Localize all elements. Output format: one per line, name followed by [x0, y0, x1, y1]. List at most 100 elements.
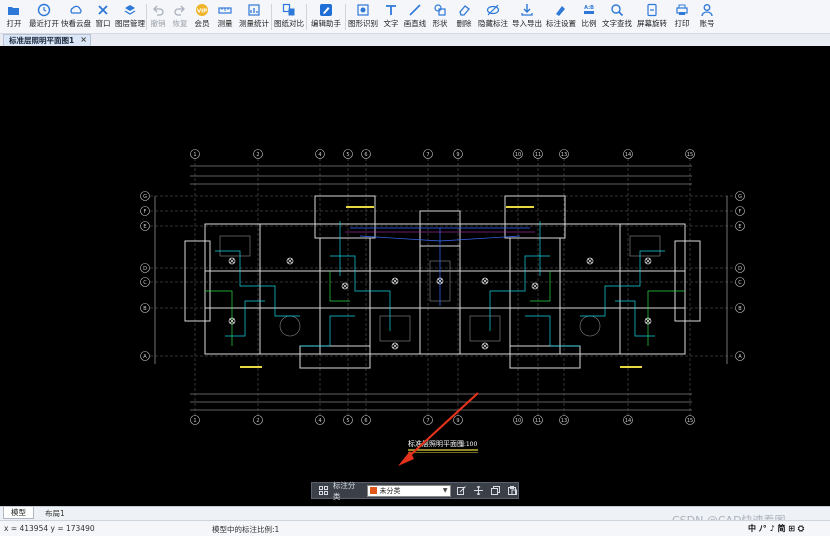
grid-axis-bubble: 7: [423, 149, 433, 159]
toolbar-button-compare[interactable]: 图纸对比: [272, 0, 306, 30]
toolbar-button-undo[interactable]: 撤销: [147, 0, 169, 30]
close-icon[interactable]: ×: [80, 35, 87, 44]
grid-axis-bubble: 14: [623, 415, 633, 425]
user-icon: [700, 3, 714, 17]
toolbar-button-layers[interactable]: 图层管理: [114, 0, 146, 30]
toolbar-button-label: 导入导出: [512, 19, 542, 28]
toolbar-button-label: 文字: [383, 19, 399, 28]
svg-text:1: 1: [193, 152, 196, 158]
svg-text:11: 11: [535, 418, 541, 424]
toolbar-button-label: 最近打开: [29, 19, 59, 28]
grid-axis-bubble: F: [735, 206, 745, 216]
document-tab[interactable]: 标准层照明平面图1 ×: [3, 34, 91, 46]
move-icon[interactable]: [473, 485, 484, 496]
toolbar-button-printer[interactable]: 打印: [670, 0, 694, 30]
grid-axis-bubble: B: [735, 303, 745, 313]
grid-axis-bubble: 15: [685, 149, 695, 159]
grid-axis-bubble: 11: [533, 415, 543, 425]
redo-icon: [173, 3, 187, 17]
toolbar-button-label: 快看云盘: [61, 19, 91, 28]
svg-text:C: C: [143, 280, 147, 286]
tab-model[interactable]: 模型: [3, 507, 34, 519]
ime-indicator[interactable]: 中 ﾉ° ♪ 简 ⊞ ⛭: [748, 522, 804, 534]
svg-text:C: C: [738, 280, 742, 286]
svg-text:14: 14: [625, 418, 631, 424]
grid-axis-bubble: 10: [513, 415, 523, 425]
toolbar-button-cloud[interactable]: 快看云盘: [60, 0, 92, 30]
red-arrow-annotation: [398, 392, 479, 466]
svg-text:G: G: [738, 194, 742, 200]
toolbar-button-folder-open[interactable]: 打开: [0, 0, 28, 30]
toolbar-button-shape-recognize[interactable]: 图形识别: [346, 0, 380, 30]
grid-menu-icon[interactable]: [318, 485, 329, 496]
toolbar-button-import-export[interactable]: 导入导出: [510, 0, 544, 30]
clock-icon: [37, 3, 51, 17]
drawing-canvas[interactable]: 标准层照明平面图 1:100 1 1 2 2 4 4 5 5 6 6 7 7 9 9 10 10 11 11 13 1…: [0, 46, 830, 506]
grid-axis-bubble: F: [140, 206, 150, 216]
toolbar-button-label: 撤销: [150, 19, 166, 28]
toolbar-button-redo[interactable]: 恢复: [169, 0, 191, 30]
toolbar-button-scale[interactable]: A:B 比例: [578, 0, 600, 30]
window-icon: [96, 3, 110, 17]
toolbar-button-edit-assistant[interactable]: 编辑助手: [307, 0, 345, 30]
svg-text:B: B: [738, 306, 742, 312]
toolbar-button-vip-badge[interactable]: VIP 会员: [191, 0, 213, 30]
svg-text:2: 2: [256, 152, 259, 158]
toolbar-button-measure[interactable]: 测量: [213, 0, 237, 30]
svg-text:9: 9: [456, 152, 459, 158]
toolbar-button-eraser[interactable]: 删除: [452, 0, 476, 30]
text-icon: [384, 3, 398, 17]
grid-axis-bubble: 7: [423, 415, 433, 425]
toolbar-button-label: 账号: [699, 19, 715, 28]
grid-axis-bubble: B: [140, 303, 150, 313]
svg-text:VIP: VIP: [197, 9, 207, 15]
svg-text:D: D: [738, 266, 742, 272]
main-toolbar: 打开 最近打开 快看云盘 窗口 图层管理 撤销 恢复 VIP 会员 测量 测量统计 图纸对比 编辑助手图…: [0, 0, 830, 34]
text-search-icon: [610, 3, 624, 17]
grid-axis-bubble: 11: [533, 149, 543, 159]
copy-icon[interactable]: [490, 485, 501, 496]
toolbar-button-window[interactable]: 窗口: [92, 0, 114, 30]
toolbar-button-label: 形状: [432, 19, 448, 28]
scale-icon: A:B: [582, 3, 596, 17]
tab-layout1[interactable]: 布局1: [38, 507, 72, 519]
svg-text:7: 7: [426, 152, 429, 158]
toolbar-button-text[interactable]: 文字: [380, 0, 402, 30]
svg-text:7: 7: [426, 418, 429, 424]
svg-text:9: 9: [456, 418, 459, 424]
chevron-down-icon: ▼: [442, 487, 448, 494]
edit-icon[interactable]: [457, 485, 468, 496]
grid-axis-bubble: 6: [361, 149, 371, 159]
measure-icon: [218, 3, 232, 17]
toolbar-button-clock[interactable]: 最近打开: [28, 0, 60, 30]
grid-axis-bubble: 5: [343, 415, 353, 425]
svg-text:13: 13: [561, 418, 567, 424]
toolbar-button-annotation-settings[interactable]: 标注设置: [544, 0, 578, 30]
toolbar-button-label: 图层管理: [115, 19, 145, 28]
toolbar-button-label: 窗口: [95, 19, 111, 28]
toolbar-button-shape[interactable]: 形状: [428, 0, 452, 30]
svg-text:10: 10: [515, 152, 521, 158]
toolbar-button-label: 打印: [674, 19, 690, 28]
grid-axis-bubble: 4: [315, 149, 325, 159]
toolbar-button-label: 画直线: [403, 19, 427, 28]
grid-axis-bubble: 13: [559, 415, 569, 425]
shape-icon: [433, 3, 447, 17]
toolbar-button-user[interactable]: 账号: [694, 0, 720, 30]
grid-axis-bubble: A: [140, 351, 150, 361]
toolbar-button-rotate-screen[interactable]: 屏幕旋转: [634, 0, 670, 30]
grid-axis-bubble: 15: [685, 415, 695, 425]
paste-icon[interactable]: [507, 485, 518, 496]
measure-stats-icon: [247, 3, 261, 17]
annotation-category-select[interactable]: 未分类 ▼: [366, 484, 451, 497]
svg-text:E: E: [738, 224, 741, 230]
toolbar-button-hide-annotation[interactable]: 隐藏标注: [476, 0, 510, 30]
cloud-icon: [69, 3, 83, 17]
document-tab-bar: 标准层照明平面图1 ×: [0, 34, 830, 46]
toolbar-button-line[interactable]: 画直线: [402, 0, 428, 30]
import-export-icon: [520, 3, 534, 17]
toolbar-button-label: 打开: [6, 19, 22, 28]
eraser-icon: [457, 3, 471, 17]
toolbar-button-text-search[interactable]: 文字查找: [600, 0, 634, 30]
toolbar-button-measure-stats[interactable]: 测量统计: [237, 0, 271, 30]
